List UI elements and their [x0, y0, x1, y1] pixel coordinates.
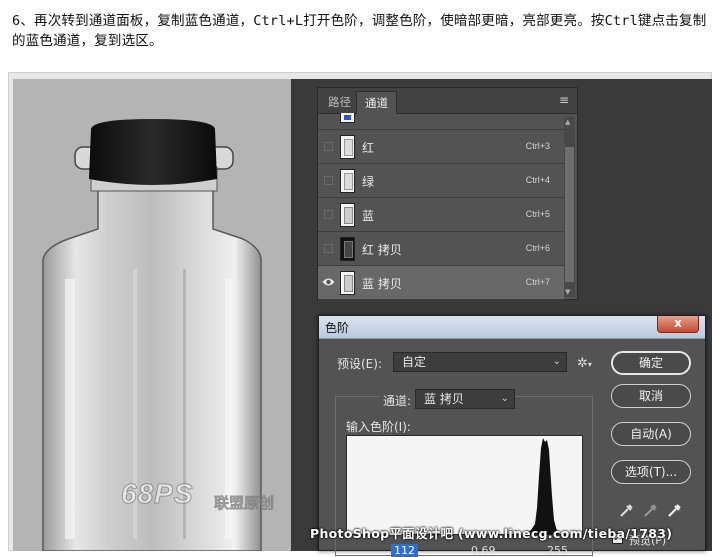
histogram-graph	[520, 438, 560, 534]
channel-select[interactable]: 蓝 拷贝 ⌄	[415, 389, 515, 409]
ok-button[interactable]: 确定	[611, 351, 691, 375]
channels-panel: 路径 通道 ≡ 红 Ctrl+3 绿 Ctrl+4 蓝 Ctrl+5 红 拷贝 …	[317, 87, 578, 300]
channel-shortcut: Ctrl+7	[525, 277, 550, 287]
levels-dialog: 色阶 x 预设(E): 自定 ⌄ ✲▾ 确定 取消 自动(A) 选项(T)...…	[318, 315, 706, 557]
visibility-toggle[interactable]	[324, 176, 333, 185]
channel-row-partial[interactable]	[318, 113, 564, 130]
channel-shortcut: Ctrl+4	[525, 175, 550, 185]
channel-shortcut: Ctrl+3	[525, 141, 550, 151]
visibility-toggle[interactable]	[324, 210, 333, 219]
panel-menu-icon[interactable]: ≡	[559, 93, 569, 107]
gray-eyedropper-icon[interactable]	[643, 502, 659, 518]
logo-watermark-sub: 联盟原创	[214, 494, 275, 513]
channel-row-red-copy[interactable]: 红 拷贝 Ctrl+6	[318, 232, 564, 266]
channel-value: 蓝 拷贝	[424, 392, 464, 406]
channel-shortcut: Ctrl+6	[525, 243, 550, 253]
channel-thumbnail	[340, 113, 355, 123]
chevron-down-icon: ⌄	[552, 356, 561, 367]
channel-label: 蓝	[362, 209, 375, 223]
instruction-text: 6、再次转到通道面板，复制蓝色通道，Ctrl+L打开色阶，调整色阶，使暗部更暗，…	[12, 13, 707, 49]
gear-icon[interactable]: ✲▾	[577, 356, 592, 371]
channel-thumbnail	[340, 203, 355, 227]
options-button[interactable]: 选项(T)...	[611, 460, 691, 484]
channel-label: 蓝 拷贝	[362, 277, 402, 291]
auto-button[interactable]: 自动(A)	[611, 422, 691, 446]
channel-row-blue-copy[interactable]: 蓝 拷贝 Ctrl+7	[318, 266, 564, 300]
chevron-down-icon: ⌄	[500, 393, 509, 404]
panel-scrollbar[interactable]: ▲ ▼	[564, 117, 575, 297]
visibility-toggle[interactable]	[324, 142, 333, 151]
cancel-button[interactable]: 取消	[611, 384, 691, 408]
visibility-toggle[interactable]	[324, 244, 333, 253]
footer-watermark: PhotoShop平面设计吧 (www.linecg.com/tieba/178…	[310, 526, 673, 541]
histogram	[346, 435, 583, 535]
tab-channels[interactable]: 通道	[356, 91, 397, 114]
channel-thumbnail	[340, 135, 355, 159]
dialog-titlebar[interactable]: 色阶 x	[319, 316, 705, 339]
scroll-down-icon[interactable]: ▼	[565, 288, 570, 296]
black-eyedropper-icon[interactable]	[619, 502, 635, 518]
channel-row-blue[interactable]: 蓝 Ctrl+5	[318, 198, 564, 232]
channel-label: 红 拷贝	[362, 243, 402, 257]
channel-shortcut: Ctrl+5	[525, 209, 550, 219]
panel-tab-bar: 路径 通道 ≡	[318, 88, 577, 114]
dialog-title: 色阶	[325, 321, 350, 335]
channel-label: 红	[362, 141, 375, 155]
channel-thumbnail	[340, 237, 355, 261]
white-eyedropper-icon[interactable]	[667, 502, 683, 518]
channel-label: 通道:	[379, 392, 416, 409]
channel-thumbnail	[340, 169, 355, 193]
scroll-up-icon[interactable]: ▲	[565, 118, 570, 126]
channel-row-red[interactable]: 红 Ctrl+3	[318, 130, 564, 164]
eye-icon[interactable]	[322, 276, 335, 288]
scrollbar-thumb[interactable]	[565, 147, 574, 282]
preset-label: 预设(E):	[337, 357, 382, 371]
logo-watermark: 68PS	[121, 478, 194, 510]
preset-select[interactable]: 自定 ⌄	[393, 352, 567, 372]
tab-paths[interactable]: 路径	[320, 91, 359, 113]
input-levels-label: 输入色阶(I):	[346, 420, 411, 434]
channel-thumbnail	[340, 271, 355, 295]
channel-label: 绿	[362, 175, 375, 189]
close-button[interactable]: x	[657, 316, 699, 333]
preset-value: 自定	[402, 355, 427, 369]
channel-row-green[interactable]: 绿 Ctrl+4	[318, 164, 564, 198]
